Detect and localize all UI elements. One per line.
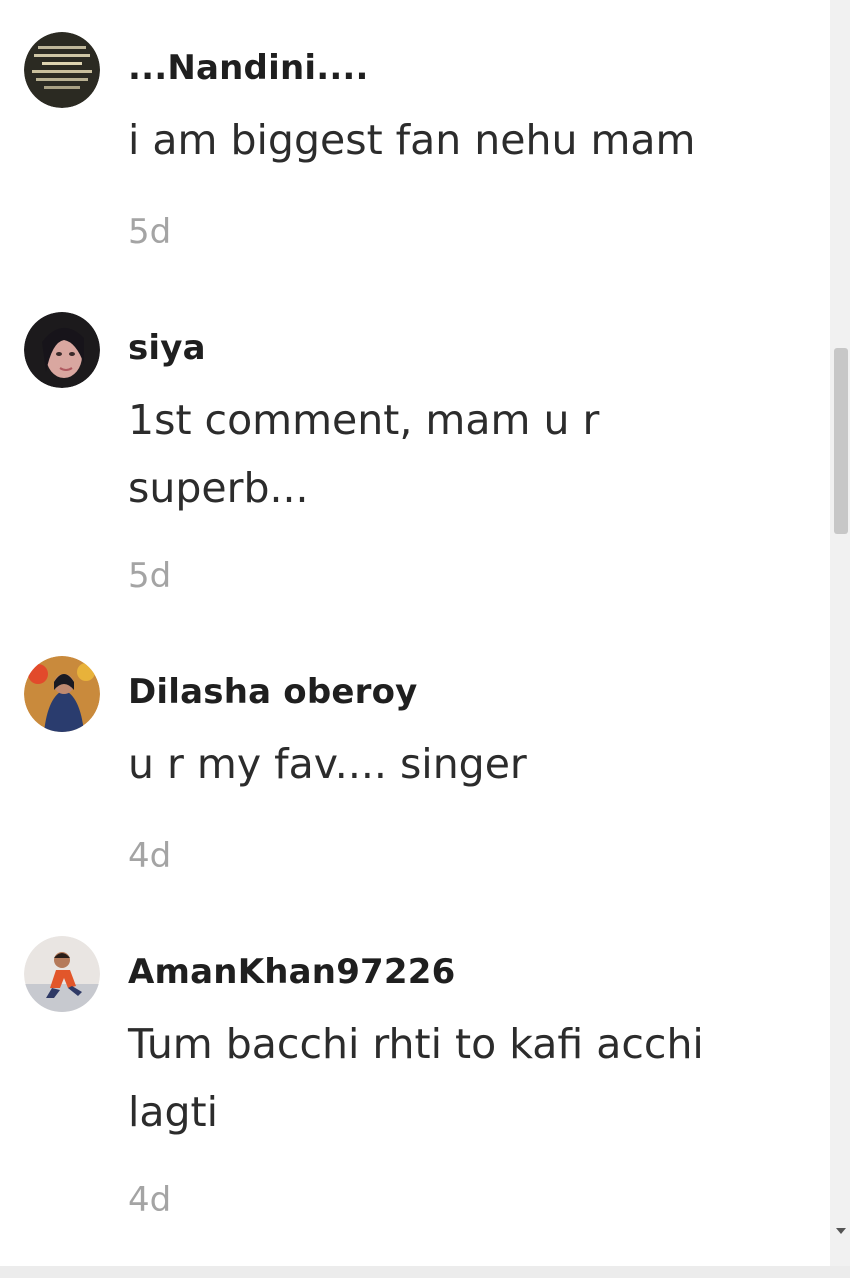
user-avatar[interactable]	[24, 656, 100, 732]
scrollbar-thumb[interactable]	[834, 348, 848, 534]
user-avatar[interactable]	[24, 936, 100, 1012]
comment-timestamp: 5d	[128, 556, 172, 596]
comment-username[interactable]: AmanKhan97226	[128, 952, 455, 992]
scroll-down-arrow-icon[interactable]	[836, 1228, 846, 1234]
comment-text: 1st comment, mam u r superb...	[128, 396, 600, 512]
comments-panel: ...Nandini.... i am biggest fan nehu mam…	[0, 0, 830, 1268]
comment-item: Dilasha oberoy u r my fav.... singer 4d	[0, 656, 820, 896]
comment-item: ...Nandini.... i am biggest fan nehu mam…	[0, 32, 820, 272]
comment-item: siya 1st comment, mam u r superb... 5d	[0, 312, 820, 612]
avatar-siya-image	[24, 312, 100, 388]
avatar-dilasha-image	[24, 656, 100, 732]
avatar-amankhan-image	[24, 936, 100, 1012]
comment-text: Tum bacchi rhti to kafi acchi lagti	[128, 1020, 704, 1136]
comment-timestamp: 5d	[128, 212, 172, 252]
user-avatar[interactable]	[24, 312, 100, 388]
comment-username[interactable]: siya	[128, 328, 206, 368]
bottom-edge-bar	[0, 1266, 850, 1278]
user-avatar[interactable]	[24, 32, 100, 108]
avatar-nandini-image	[24, 32, 100, 108]
comment-timestamp: 4d	[128, 1180, 172, 1220]
comment-text: i am biggest fan nehu mam	[128, 116, 696, 164]
comment-username[interactable]: ...Nandini....	[128, 48, 369, 88]
comment-username[interactable]: Dilasha oberoy	[128, 672, 418, 712]
scrollbar-track[interactable]	[830, 0, 850, 1268]
comment-text: u r my fav.... singer	[128, 740, 527, 788]
comment-timestamp: 4d	[128, 836, 172, 876]
comment-item: AmanKhan97226 Tum bacchi rhti to kafi ac…	[0, 936, 820, 1236]
